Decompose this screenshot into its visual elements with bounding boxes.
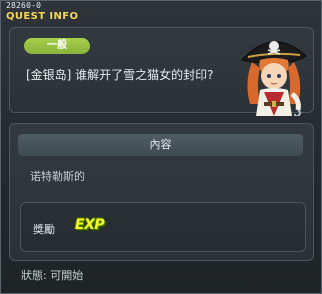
close-icon[interactable] bbox=[308, 5, 317, 16]
content-header: 內容 bbox=[18, 134, 303, 156]
quest-category-badge: 一般 bbox=[24, 38, 90, 54]
exp-icon: EXP bbox=[75, 217, 105, 233]
content-text: 诺特勒斯的 bbox=[30, 170, 85, 183]
quest-id: 28260-0 bbox=[6, 1, 42, 10]
window-title: QUEST INFO bbox=[6, 11, 79, 22]
reward-box: 獎勵 EXP bbox=[20, 202, 306, 252]
quest-status: 狀態: 可開始 bbox=[21, 269, 84, 282]
quest-name: [金银岛] 谁解开了雪之猫女的封印? bbox=[26, 68, 214, 82]
title-bar[interactable]: 28260-0 QUEST INFO bbox=[1, 1, 322, 25]
quest-content-panel: 內容 诺特勒斯的 獎勵 EXP bbox=[9, 123, 314, 261]
pirate-npc-icon bbox=[241, 41, 307, 116]
reward-label: 獎勵 bbox=[33, 223, 55, 236]
quest-info-window: 28260-0 QUEST INFO 一般 [金银岛] 谁解开了雪之猫女的封印? bbox=[0, 0, 322, 294]
quest-header-panel: 一般 [金银岛] 谁解开了雪之猫女的封印? bbox=[9, 27, 314, 116]
